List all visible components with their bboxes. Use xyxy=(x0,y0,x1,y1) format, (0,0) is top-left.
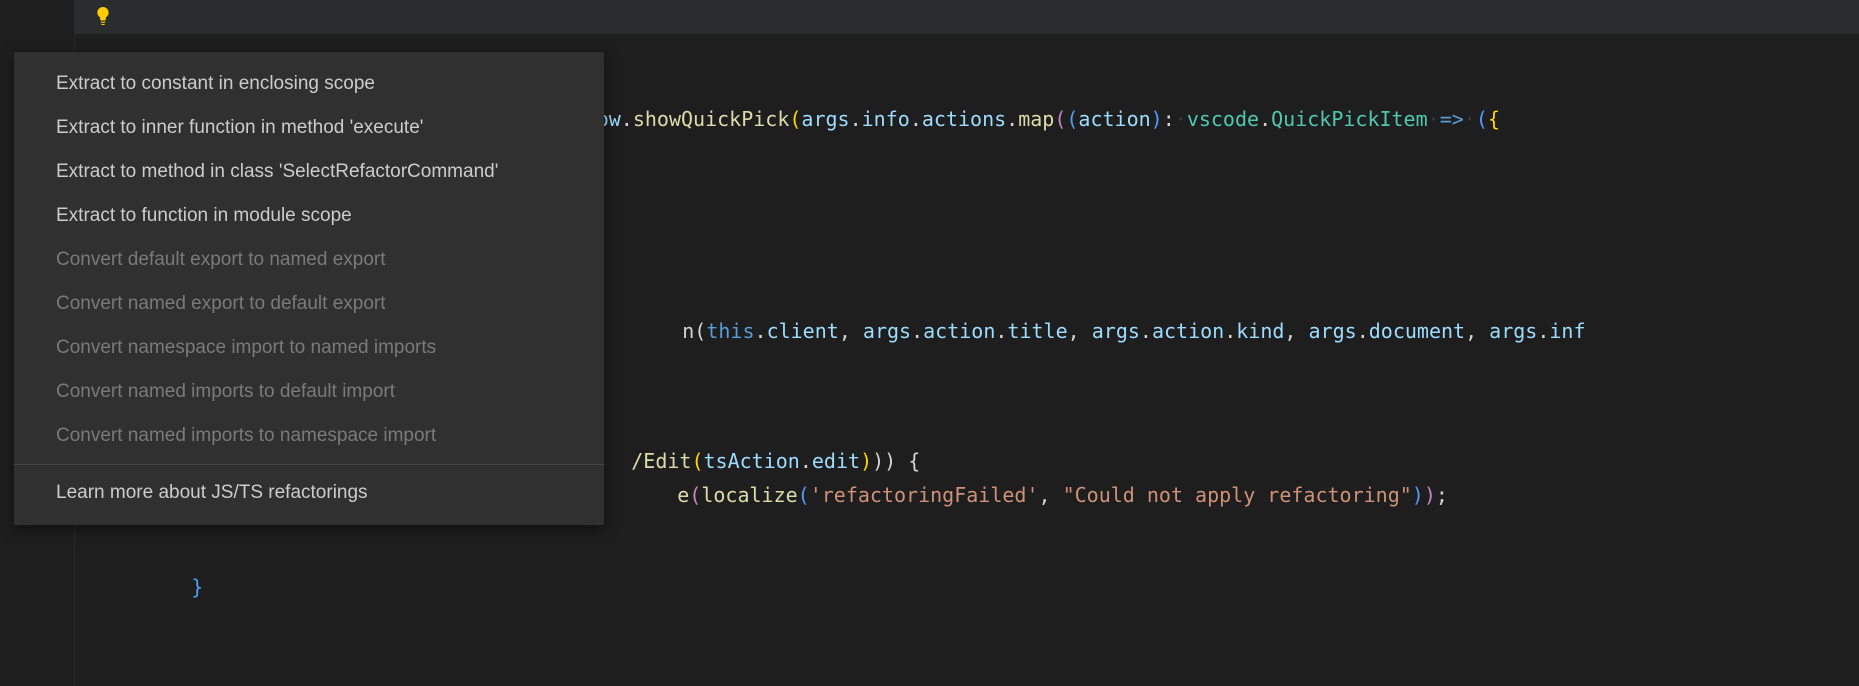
menu-item-refactor: Convert named imports to default import xyxy=(14,370,604,414)
menu-item-refactor: Convert namespace import to named import… xyxy=(14,326,604,370)
menu-item-refactor: Convert named imports to namespace impor… xyxy=(14,414,604,458)
menu-item-refactor[interactable]: Extract to function in module scope xyxy=(14,194,604,238)
code-action-menu: Extract to constant in enclosing scopeEx… xyxy=(14,52,604,525)
menu-item-refactor[interactable]: Extract to inner function in method 'exe… xyxy=(14,106,604,150)
code-token: n(this.client, args.action.title, args.a… xyxy=(682,319,1585,343)
lightbulb-icon[interactable] xyxy=(93,6,113,26)
code-token: } xyxy=(191,575,203,599)
menu-item-refactor: Convert default export to named export xyxy=(14,238,604,282)
code-editor[interactable]: → const·selected = await·vscode.window.s… xyxy=(0,0,1859,686)
code-line[interactable]: } xyxy=(75,536,1859,570)
menu-item-refactor: Convert named export to default export xyxy=(14,282,604,326)
menu-item-refactor[interactable]: Extract to method in class 'SelectRefact… xyxy=(14,150,604,194)
menu-item-learn-more[interactable]: Learn more about JS/TS refactorings xyxy=(14,471,604,515)
menu-separator xyxy=(14,464,604,465)
code-token: e(localize('refactoringFailed', "Could n… xyxy=(677,483,1448,507)
code-line[interactable]: → const·selected = await·vscode.window.s… xyxy=(75,0,1859,34)
menu-item-refactor[interactable]: Extract to constant in enclosing scope xyxy=(14,62,604,106)
